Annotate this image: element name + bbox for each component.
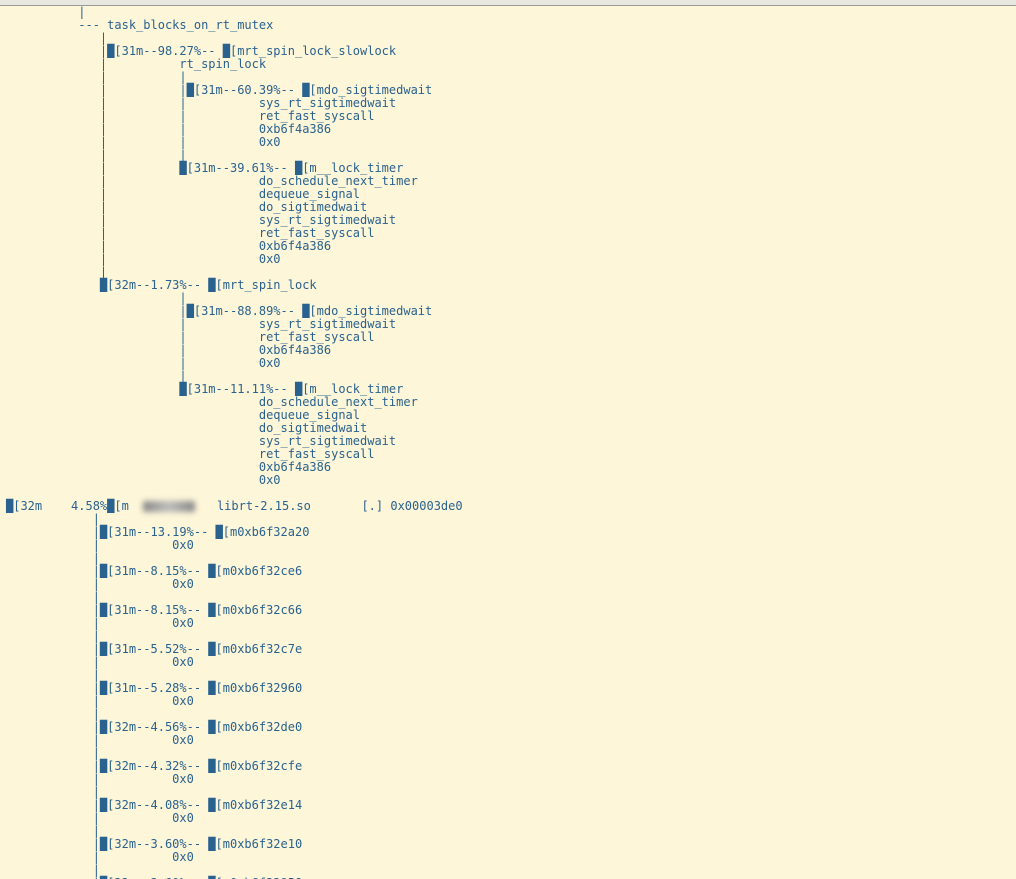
output-line: | 0x0	[6, 655, 194, 669]
output-line: |█[32m--4.32%-- █[m0xb6f32cfe	[6, 759, 302, 773]
output-line: |	[6, 590, 100, 604]
output-line: |█[31m--13.19%-- █[m0xb6f32a20	[6, 525, 309, 539]
output-line: |█[31m--5.52%-- █[m0xb6f32c7e	[6, 642, 302, 656]
output-line: | | 0xb6f4a386	[6, 122, 331, 136]
output-line: |	[6, 5, 85, 19]
output-line: |	[6, 746, 100, 760]
output-line: | 0x0	[6, 577, 194, 591]
output-line: |	[6, 863, 100, 877]
output-line: | |	[6, 148, 187, 162]
output-line: | sys_rt_sigtimedwait	[6, 213, 396, 227]
output-line: | █[31m--39.61%-- █[m__lock_timer	[6, 161, 403, 175]
output-line: | 0x0	[6, 356, 281, 370]
output-line: | dequeue_signal	[6, 187, 360, 201]
output-line: |	[6, 551, 100, 565]
output-line: |█[32m--4.56%-- █[m0xb6f32de0	[6, 720, 302, 734]
output-line: |	[6, 31, 107, 45]
output-line: █[32m 4.58%█[m librt-2.15.so [.] 0x00003…	[6, 499, 463, 513]
output-line: sys_rt_sigtimedwait	[6, 434, 396, 448]
output-line: |█[31m--8.15%-- █[m0xb6f32ce6	[6, 564, 302, 578]
perf-report-output[interactable]: | --- task_blocks_on_rt_mutex | |█[31m--…	[0, 6, 1016, 879]
output-line: | ret_fast_syscall	[6, 330, 374, 344]
output-line: |█[31m--88.89%-- █[mdo_sigtimedwait	[6, 304, 432, 318]
output-line: |	[6, 629, 100, 643]
output-line: █[32m--1.73%-- █[mrt_spin_lock	[6, 278, 317, 292]
process-name-redacted	[143, 501, 195, 512]
output-line: | sys_rt_sigtimedwait	[6, 317, 396, 331]
output-line: |█[32m--4.08%-- █[m0xb6f32e14	[6, 798, 302, 812]
output-line: | do_schedule_next_timer	[6, 174, 418, 188]
output-line: |	[6, 369, 187, 383]
output-line: |█[32m--3.60%-- █[m0xb6f32e10	[6, 837, 302, 851]
output-line: | 0xb6f4a386	[6, 343, 331, 357]
output-line: do_schedule_next_timer	[6, 395, 418, 409]
output-line: | 0x0	[6, 616, 194, 630]
output-line: 0x0	[6, 473, 281, 487]
output-line: |	[6, 512, 100, 526]
output-line: |	[6, 707, 100, 721]
output-line: --- task_blocks_on_rt_mutex	[6, 18, 273, 32]
output-line: | 0x0	[6, 772, 194, 786]
output-line: do_sigtimedwait	[6, 421, 367, 435]
output-line: | 0x0	[6, 811, 194, 825]
output-line: | 0x0	[6, 733, 194, 747]
output-line: | 0x0	[6, 694, 194, 708]
output-line: | |█[31m--60.39%-- █[mdo_sigtimedwait	[6, 83, 432, 97]
output-line: |	[6, 291, 187, 305]
output-line: |	[6, 785, 100, 799]
output-line: |█[31m--5.28%-- █[m0xb6f32960	[6, 681, 302, 695]
output-line: | do_sigtimedwait	[6, 200, 367, 214]
output-line: |	[6, 668, 100, 682]
output-line: dequeue_signal	[6, 408, 360, 422]
output-line: █[31m--11.11%-- █[m__lock_timer	[6, 382, 403, 396]
output-line: ret_fast_syscall	[6, 447, 374, 461]
output-line: | 0x0	[6, 850, 194, 864]
output-line: |█[31m--98.27%-- █[mrt_spin_lock_slowloc…	[6, 44, 396, 58]
output-line: | | ret_fast_syscall	[6, 109, 374, 123]
output-line: | |	[6, 70, 187, 84]
output-line: |	[6, 265, 107, 279]
output-line: | | 0x0	[6, 135, 281, 149]
output-line: | rt_spin_lock	[6, 57, 266, 71]
output-line: | 0xb6f4a386	[6, 239, 331, 253]
output-line: | | sys_rt_sigtimedwait	[6, 96, 396, 110]
output-line: | 0x0	[6, 538, 194, 552]
output-line: |	[6, 824, 100, 838]
output-line: 0xb6f4a386	[6, 460, 331, 474]
output-line: |█[31m--8.15%-- █[m0xb6f32c66	[6, 603, 302, 617]
output-line: | 0x0	[6, 252, 281, 266]
output-line: | ret_fast_syscall	[6, 226, 374, 240]
